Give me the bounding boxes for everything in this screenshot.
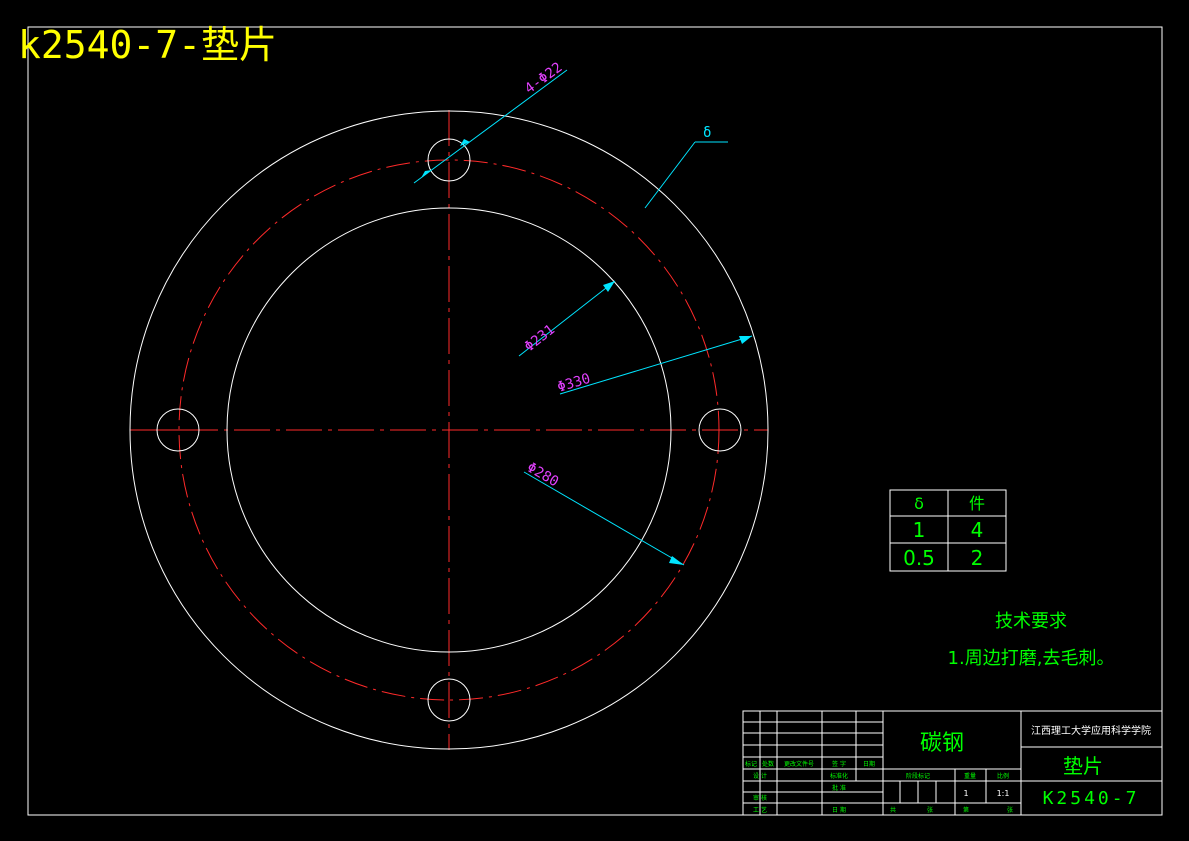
tb-label: 标准化 [830, 772, 848, 780]
spec-cell: 2 [971, 546, 984, 570]
cad-drawing: k2540-7-垫片 4-Φ22 δ Φ231 Φ330 Φ280 δ 件 1 … [18, 23, 1163, 816]
tb-qty: 1 [963, 789, 968, 798]
arrowhead [739, 336, 752, 344]
tb-label: 标记 [745, 760, 757, 768]
tb-label: 重量 [964, 772, 976, 780]
tb-label: 签 字 [832, 760, 846, 768]
tb-label: 审 核 [753, 794, 767, 802]
tb-label: 日 期 [832, 806, 846, 814]
tech-req-heading: 技术要求 [995, 611, 1067, 632]
tech-req-item: 1.周边打磨,去毛刺。 [948, 648, 1115, 669]
spec-table: δ 件 1 4 0.5 2 [889, 489, 1007, 572]
tb-label: 日期 [863, 760, 875, 768]
drawing-number: K2540-7 [1043, 788, 1140, 809]
drawing-title: k2540-7-垫片 [18, 23, 277, 67]
hole-dim-text: 4-Φ22 [522, 60, 566, 98]
tb-label: 设 计 [753, 772, 767, 780]
tb-label: 张 [1007, 806, 1013, 814]
drawing-border [27, 26, 1163, 816]
spec-cell: 0.5 [903, 546, 935, 570]
material-label: 碳钢 [920, 731, 964, 756]
tb-label: 比例 [997, 772, 1009, 780]
spec-cell: 4 [971, 518, 984, 542]
title-block: 标记 处数 更改文件号 签 字 日期 设 计 标准化 阶段标记 重量 比例 审 … [742, 710, 1163, 816]
spec-header-thickness: δ [914, 494, 924, 513]
tb-scale: 1:1 [997, 789, 1010, 798]
tb-label: 处数 [762, 760, 774, 768]
pcd-dim-text: Φ280 [524, 460, 561, 491]
tb-label: 阶段标记 [906, 772, 930, 780]
spec-cell: 1 [913, 518, 926, 542]
tb-label: 工 艺 [753, 806, 767, 814]
tb-label: 批 准 [832, 784, 846, 792]
tb-label: 共 [890, 806, 896, 814]
tb-label: 第 [963, 806, 969, 814]
thickness-text: δ [703, 125, 711, 141]
spec-header-qty: 件 [969, 494, 985, 513]
tb-label: 更改文件号 [784, 760, 814, 768]
outer-dim-text: Φ330 [555, 371, 592, 396]
part-name: 垫片 [1063, 754, 1103, 778]
school-name: 江西理工大学应用科学学院 [1031, 724, 1151, 737]
thickness-leader [644, 141, 696, 209]
tb-label: 张 [927, 806, 933, 814]
inner-dim-text: Φ231 [522, 322, 558, 355]
arrowhead [603, 281, 615, 292]
